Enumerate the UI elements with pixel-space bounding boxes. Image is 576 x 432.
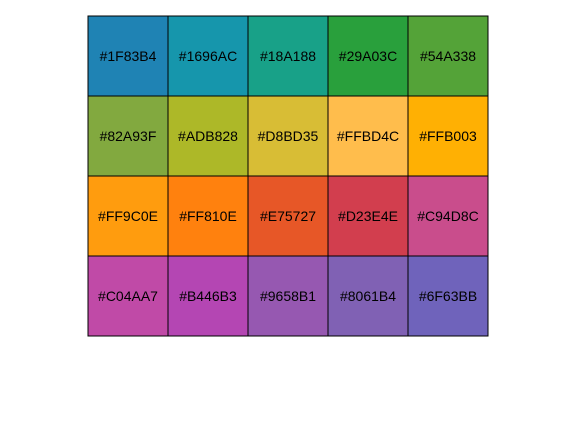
swatch-hex-label: #B446B3 [179, 288, 237, 304]
swatch-hex-label: #ADB828 [178, 128, 238, 144]
swatch-hex-label: #29A03C [339, 48, 397, 64]
swatch-hex-label: #1696AC [179, 48, 237, 64]
swatch-hex-label: #C04AA7 [98, 288, 158, 304]
swatch-hex-label: #82A93F [100, 128, 157, 144]
swatch-hex-label: #8061B4 [340, 288, 396, 304]
swatch-hex-label: #FF9C0E [98, 208, 158, 224]
swatch-hex-label: #54A338 [420, 48, 476, 64]
swatch-hex-label: #E75727 [260, 208, 316, 224]
swatch-hex-label: #FF810E [179, 208, 237, 224]
swatch-hex-label: #D8BD35 [258, 128, 319, 144]
swatch-hex-label: #D23E4E [338, 208, 398, 224]
color-palette-grid: #1F83B4 #1696AC #18A188 #29A03C #54A338 #82A9… [87, 15, 489, 337]
swatch-hex-label: #18A188 [260, 48, 316, 64]
swatch-hex-label: #9658B1 [260, 288, 316, 304]
swatch-layer: #1F83B4 #1696AC #18A188 #29A03C #54A338 #82A9… [87, 15, 489, 337]
swatch-hex-label: #1F83B4 [100, 48, 157, 64]
swatch-hex-label: #6F63BB [419, 288, 477, 304]
swatch-hex-label: #FFB003 [419, 128, 477, 144]
swatch-hex-label: #FFBD4C [337, 128, 399, 144]
swatch-hex-label: #C94D8C [417, 208, 478, 224]
